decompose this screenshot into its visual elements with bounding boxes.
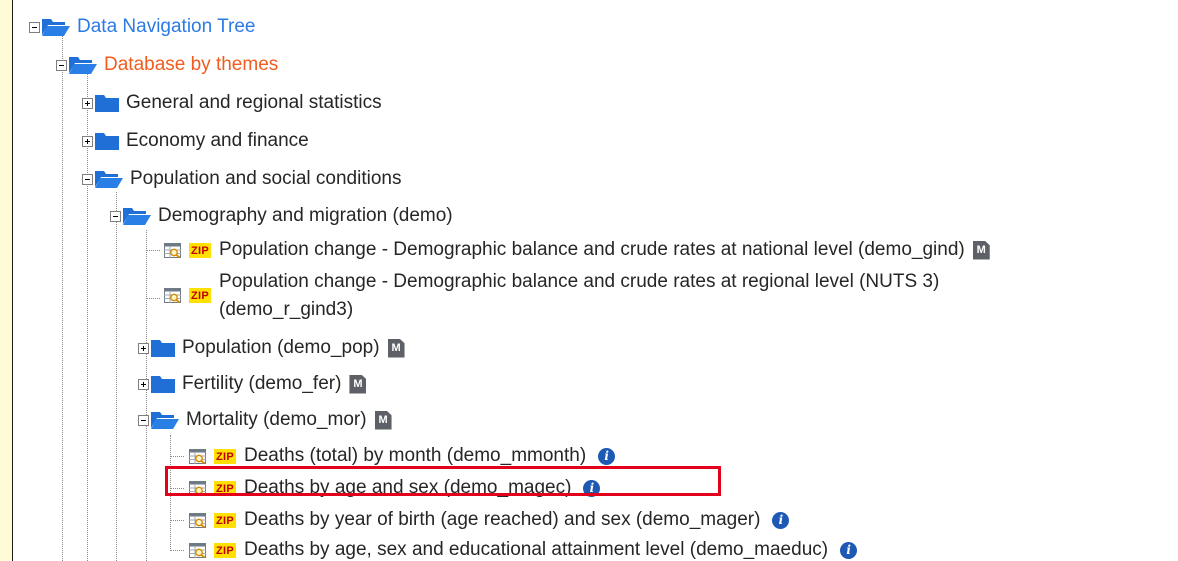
dataset-label[interactable]: Population change - Demographic balance … — [219, 239, 965, 261]
navigation-tree-panel: Data Navigation Tree Database by themes … — [12, 0, 1178, 561]
zip-icon[interactable]: ZIP — [214, 512, 237, 528]
folder-closed-icon — [94, 93, 120, 113]
tree-node-economy-finance[interactable]: Economy and finance — [82, 130, 309, 152]
expand-icon[interactable] — [138, 342, 149, 354]
tree-node-label[interactable]: Demography and migration (demo) — [158, 205, 453, 227]
zip-icon[interactable]: ZIP — [214, 542, 237, 558]
tree-node-label[interactable]: Population and social conditions — [130, 168, 401, 190]
zip-icon[interactable]: ZIP — [214, 448, 237, 464]
expand-icon[interactable] — [82, 135, 93, 147]
tree-node-demography-migration[interactable]: Demography and migration (demo) — [110, 205, 453, 227]
folder-open-icon — [41, 17, 71, 37]
table-search-icon[interactable] — [189, 449, 206, 464]
folder-open-icon — [68, 55, 98, 75]
dataset-label[interactable]: Deaths (total) by month (demo_mmonth) — [244, 445, 586, 467]
dataset-pop-change-regional[interactable]: ZIP Population change - Demographic bala… — [164, 271, 939, 325]
tree-node-general-regional[interactable]: General and regional statistics — [82, 92, 382, 114]
folder-open-icon — [94, 169, 124, 189]
highlight-box — [165, 466, 721, 496]
folder-closed-icon — [150, 338, 176, 358]
tree-node-database-by-themes[interactable]: Database by themes — [56, 54, 278, 76]
dataset-pop-change-national[interactable]: ZIP Population change - Demographic bala… — [164, 239, 990, 261]
table-search-icon[interactable] — [164, 288, 181, 303]
tree-node-fertility[interactable]: Fertility (demo_fer) M — [138, 373, 367, 395]
expand-icon[interactable] — [82, 97, 93, 109]
info-icon[interactable]: i — [598, 447, 616, 465]
collapse-icon[interactable] — [138, 414, 149, 426]
tree-connector — [146, 230, 147, 561]
tree-node-population[interactable]: Population (demo_pop) M — [138, 337, 405, 359]
tree-node-mortality[interactable]: Mortality (demo_mor) M — [138, 409, 392, 431]
tree-node-label[interactable]: Database by themes — [104, 54, 278, 76]
dataset-label[interactable]: Deaths by year of birth (age reached) an… — [244, 509, 760, 531]
metadata-icon[interactable]: M — [374, 410, 392, 430]
info-icon[interactable]: i — [840, 541, 858, 559]
metadata-icon[interactable]: M — [972, 240, 990, 260]
tree-connector — [170, 456, 184, 457]
tree-connector — [116, 192, 117, 561]
expand-icon[interactable] — [138, 378, 149, 390]
collapse-icon[interactable] — [82, 173, 93, 185]
tree-node-label[interactable]: General and regional statistics — [126, 92, 382, 114]
folder-open-icon — [122, 206, 152, 226]
zip-icon[interactable]: ZIP — [189, 288, 212, 303]
tree-connector — [170, 550, 184, 551]
tree-connector — [170, 520, 184, 521]
table-search-icon[interactable] — [189, 513, 206, 528]
tree-node-label[interactable]: Data Navigation Tree — [77, 16, 256, 38]
folder-closed-icon — [150, 374, 176, 394]
zip-icon[interactable]: ZIP — [189, 242, 212, 258]
tree-node-label[interactable]: Economy and finance — [126, 130, 309, 152]
info-icon[interactable]: i — [772, 511, 790, 529]
folder-closed-icon — [94, 131, 120, 151]
collapse-icon[interactable] — [29, 21, 40, 33]
collapse-icon[interactable] — [56, 59, 67, 71]
table-search-icon[interactable] — [189, 543, 206, 558]
dataset-label-continued[interactable]: (demo_r_gind3) — [219, 295, 939, 325]
table-search-icon[interactable] — [164, 243, 181, 258]
tree-node-label[interactable]: Population (demo_pop) — [182, 337, 380, 359]
dataset-label[interactable]: Deaths by age, sex and educational attai… — [244, 539, 828, 561]
folder-open-icon — [150, 410, 180, 430]
metadata-icon[interactable]: M — [349, 374, 367, 394]
dataset-deaths-by-month[interactable]: ZIP Deaths (total) by month (demo_mmonth… — [189, 445, 616, 467]
tree-node-label[interactable]: Mortality (demo_mor) — [186, 409, 367, 431]
collapse-icon[interactable] — [110, 210, 121, 222]
tree-node-label[interactable]: Fertility (demo_fer) — [182, 373, 341, 395]
tree-node-population-social[interactable]: Population and social conditions — [82, 168, 401, 190]
tree-connector — [146, 250, 160, 251]
metadata-icon[interactable]: M — [387, 338, 405, 358]
dataset-deaths-by-education[interactable]: ZIP Deaths by age, sex and educational a… — [189, 539, 858, 561]
dataset-deaths-by-birth-year[interactable]: ZIP Deaths by year of birth (age reached… — [189, 509, 790, 531]
tree-node-root[interactable]: Data Navigation Tree — [29, 16, 256, 38]
tree-connector — [62, 34, 63, 561]
dataset-label[interactable]: Population change - Demographic balance … — [219, 267, 939, 297]
tree-connector — [146, 298, 160, 299]
